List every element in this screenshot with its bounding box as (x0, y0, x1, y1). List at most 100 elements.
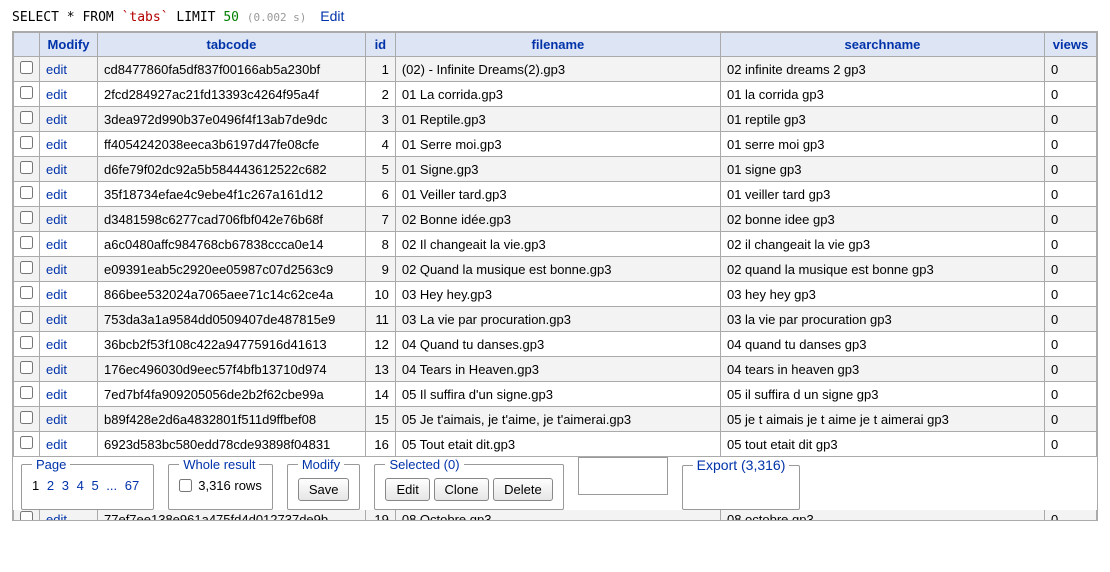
row-edit-link[interactable]: edit (46, 187, 67, 202)
cell-tabcode: 7ed7bf4fa909205056de2b2f62cbe99a (98, 382, 366, 407)
row-checkbox[interactable] (20, 61, 33, 74)
row-edit-link[interactable]: edit (46, 137, 67, 152)
result-table-wrap: Modify tabcode id filename searchname vi… (12, 31, 1098, 521)
cell-filename: 03 La vie par procuration.gp3 (395, 307, 720, 332)
row-checkbox[interactable] (20, 211, 33, 224)
row-edit-link[interactable]: edit (46, 87, 67, 102)
page-links: 1 2 3 4 5 ... 67 (32, 478, 143, 493)
whole-rows-checkbox[interactable] (179, 479, 192, 492)
cell-tabcode: 176ec496030d9eec57f4bfb13710d974 (98, 357, 366, 382)
col-searchname[interactable]: searchname (720, 33, 1044, 57)
row-checkbox[interactable] (20, 86, 33, 99)
row-checkbox[interactable] (20, 336, 33, 349)
row-edit-link[interactable]: edit (46, 62, 67, 77)
row-checkbox[interactable] (20, 311, 33, 324)
delete-button[interactable]: Delete (493, 478, 553, 501)
col-modify[interactable]: Modify (40, 33, 98, 57)
clone-button[interactable]: Clone (434, 478, 490, 501)
row-edit-link[interactable]: edit (46, 212, 67, 227)
table-row: edit7ed7bf4fa909205056de2b2f62cbe99a1405… (14, 382, 1097, 407)
cell-id: 9 (365, 257, 395, 282)
cell-views: 0 (1045, 382, 1097, 407)
row-edit-link[interactable]: edit (46, 237, 67, 252)
col-filename[interactable]: filename (395, 33, 720, 57)
cell-searchname: 01 veiller tard gp3 (720, 182, 1044, 207)
row-edit-link[interactable]: edit (46, 287, 67, 302)
page-link[interactable]: ... (106, 478, 117, 493)
cell-id: 6 (365, 182, 395, 207)
row-checkbox[interactable] (20, 186, 33, 199)
cell-views: 0 (1045, 257, 1097, 282)
edit-button[interactable]: Edit (385, 478, 429, 501)
row-checkbox[interactable] (20, 136, 33, 149)
cell-searchname: 04 quand tu danses gp3 (720, 332, 1044, 357)
table-row: edit866bee532024a7065aee71c14c62ce4a1003… (14, 282, 1097, 307)
page-link[interactable]: 5 (91, 478, 98, 493)
row-checkbox[interactable] (20, 436, 33, 449)
whole-rows-checkbox-label[interactable]: 3,316 rows (179, 478, 262, 493)
col-check[interactable] (14, 33, 40, 57)
cell-tabcode: cd8477860fa5df837f00166ab5a230bf (98, 57, 366, 82)
row-edit-link[interactable]: edit (46, 362, 67, 377)
selected-fieldset: Selected (0) Edit Clone Delete (374, 457, 563, 510)
row-edit-link[interactable]: edit (46, 112, 67, 127)
table-row: edita6c0480affc984768cb67838ccca0e14802 … (14, 232, 1097, 257)
row-edit-link[interactable]: edit (46, 162, 67, 177)
table-row: editcd8477860fa5df837f00166ab5a230bf1(02… (14, 57, 1097, 82)
cell-filename: 01 La corrida.gp3 (395, 82, 720, 107)
table-row: edit36bcb2f53f108c422a94775916d416131204… (14, 332, 1097, 357)
row-checkbox[interactable] (20, 286, 33, 299)
row-checkbox[interactable] (20, 111, 33, 124)
cell-id: 3 (365, 107, 395, 132)
cell-filename: 05 Je t'aimais, je t'aime, je t'aimerai.… (395, 407, 720, 432)
cell-searchname: 04 tears in heaven gp3 (720, 357, 1044, 382)
cell-searchname: 05 je t aimais je t aime je t aimerai gp… (720, 407, 1044, 432)
table-row: edite09391eab5c2920ee05987c07d2563c9902 … (14, 257, 1097, 282)
row-edit-link[interactable]: edit (46, 312, 67, 327)
row-edit-link[interactable]: edit (46, 337, 67, 352)
row-edit-link[interactable]: edit (46, 412, 67, 427)
cell-id: 12 (365, 332, 395, 357)
table-row: edit35f18734efae4c9ebe4f1c267a161d12601 … (14, 182, 1097, 207)
page-link[interactable]: 4 (77, 478, 84, 493)
page-link[interactable]: 3 (62, 478, 69, 493)
row-checkbox[interactable] (20, 511, 33, 521)
export-link[interactable]: Export (3,316) (697, 457, 786, 473)
edit-query-link[interactable]: Edit (320, 8, 344, 24)
table-row: edit2fcd284927ac21fd13393c4264f95a4f201 … (14, 82, 1097, 107)
row-edit-link[interactable]: edit (46, 437, 67, 452)
col-tabcode[interactable]: tabcode (98, 33, 366, 57)
import-dropzone[interactable] (578, 457, 668, 495)
cell-searchname: 05 il suffira d un signe gp3 (720, 382, 1044, 407)
cell-filename: 01 Serre moi.gp3 (395, 132, 720, 157)
whole-result-legend: Whole result (179, 457, 259, 472)
col-views[interactable]: views (1045, 33, 1097, 57)
result-table: Modify tabcode id filename searchname vi… (13, 32, 1097, 521)
cell-tabcode: ff4054242038eeca3b6197d47fe08cfe (98, 132, 366, 157)
cell-id: 16 (365, 432, 395, 457)
cell-searchname: 01 serre moi gp3 (720, 132, 1044, 157)
cell-views: 0 (1045, 107, 1097, 132)
row-checkbox[interactable] (20, 161, 33, 174)
cell-filename: (02) - Infinite Dreams(2).gp3 (395, 57, 720, 82)
cell-id: 2 (365, 82, 395, 107)
row-edit-link[interactable]: edit (46, 262, 67, 277)
page-fieldset: Page 1 2 3 4 5 ... 67 (21, 457, 154, 510)
table-row: editb89f428e2d6a4832801f511d9ffbef081505… (14, 407, 1097, 432)
row-checkbox[interactable] (20, 361, 33, 374)
cell-id: 8 (365, 232, 395, 257)
cell-filename: 03 Hey hey.gp3 (395, 282, 720, 307)
cell-views: 0 (1045, 157, 1097, 182)
row-checkbox[interactable] (20, 411, 33, 424)
cell-id: 10 (365, 282, 395, 307)
save-button[interactable]: Save (298, 478, 350, 501)
col-id[interactable]: id (365, 33, 395, 57)
page-link[interactable]: 67 (125, 478, 139, 493)
row-checkbox[interactable] (20, 386, 33, 399)
row-checkbox[interactable] (20, 236, 33, 249)
cell-views: 0 (1045, 307, 1097, 332)
row-edit-link[interactable]: edit (46, 512, 67, 522)
row-checkbox[interactable] (20, 261, 33, 274)
page-link[interactable]: 2 (47, 478, 54, 493)
row-edit-link[interactable]: edit (46, 387, 67, 402)
